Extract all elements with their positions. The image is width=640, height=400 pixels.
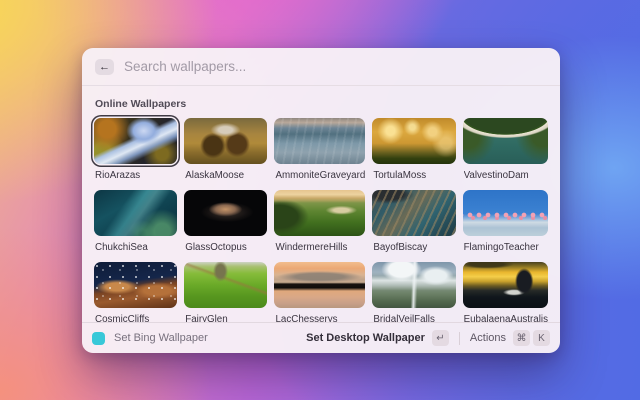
footer-right: Set Desktop Wallpaper ↵ Actions ⌘K bbox=[306, 330, 550, 346]
wallpaper-item-eubalaenaaustralis[interactable]: EubalaenaAustralis bbox=[463, 262, 548, 322]
wallpaper-name: WindermereHills bbox=[275, 242, 365, 253]
wallpaper-name: AmmoniteGraveyard bbox=[275, 170, 365, 181]
wallpaper-thumbnail-chukchisea[interactable] bbox=[94, 190, 177, 236]
wallpaper-item-fairyglen[interactable]: FairyGlen bbox=[184, 262, 267, 322]
wallpaper-thumbnail-fairyglen[interactable] bbox=[184, 262, 267, 308]
set-desktop-wallpaper-button[interactable]: Set Desktop Wallpaper bbox=[306, 332, 425, 344]
wallpaper-name: EubalaenaAustralis bbox=[464, 314, 548, 322]
wallpaper-item-valvestinodam[interactable]: ValvestinoDam bbox=[463, 118, 548, 181]
actions-shortcut: ⌘K bbox=[513, 330, 550, 346]
wallpaper-name: GlassOctopus bbox=[185, 242, 267, 253]
wallpaper-thumbnail-bridalveilfalls[interactable] bbox=[372, 262, 455, 308]
back-button[interactable]: ← bbox=[95, 59, 114, 75]
wallpaper-thumbnail-flamingoteacher[interactable] bbox=[463, 190, 548, 236]
footer-divider bbox=[459, 332, 460, 345]
section-title: Online Wallpapers bbox=[95, 98, 548, 110]
actions-button[interactable]: Actions bbox=[470, 332, 506, 344]
wallpaper-item-flamingoteacher[interactable]: FlamingoTeacher bbox=[463, 190, 548, 253]
k-key-icon: K bbox=[533, 330, 550, 346]
wallpaper-thumbnail-lacchesserys[interactable] bbox=[274, 262, 365, 308]
wallpaper-name: LacChesserys bbox=[275, 314, 365, 322]
wallpaper-thumbnail-valvestinodam[interactable] bbox=[463, 118, 548, 164]
wallpaper-item-cosmiccliffs[interactable]: CosmicCliffs bbox=[94, 262, 177, 322]
wallpaper-thumbnail-ammonitegraveyard[interactable] bbox=[274, 118, 365, 164]
results-area: Online Wallpapers RioArazas AlaskaMoose Am… bbox=[82, 86, 560, 322]
app-window: ← Online Wallpapers RioArazas AlaskaMoose… bbox=[82, 48, 560, 353]
wallpaper-item-rioarazas[interactable]: RioArazas bbox=[94, 118, 177, 181]
wallpaper-thumbnail-bayofbiscay[interactable] bbox=[372, 190, 455, 236]
wallpaper-name: BridalVeilFalls bbox=[373, 314, 455, 322]
wallpaper-item-glassoctopus[interactable]: GlassOctopus bbox=[184, 190, 267, 253]
wallpaper-grid: RioArazas AlaskaMoose AmmoniteGraveyard Tor… bbox=[94, 118, 548, 322]
wallpaper-item-tortulamoss[interactable]: TortulaMoss bbox=[372, 118, 455, 181]
wallpaper-item-ammonitegraveyard[interactable]: AmmoniteGraveyard bbox=[274, 118, 365, 181]
footer-left: Set Bing Wallpaper bbox=[92, 332, 306, 345]
back-arrow-icon: ← bbox=[99, 61, 110, 73]
wallpaper-item-chukchisea[interactable]: ChukchiSea bbox=[94, 190, 177, 253]
desktop-background: { "window": { "search": { "back_icon": "… bbox=[0, 0, 640, 400]
wallpaper-name: ValvestinoDam bbox=[464, 170, 548, 181]
wallpaper-item-lacchesserys[interactable]: LacChesserys bbox=[274, 262, 365, 322]
wallpaper-name: FlamingoTeacher bbox=[464, 242, 548, 253]
wallpaper-item-bridalveilfalls[interactable]: BridalVeilFalls bbox=[372, 262, 455, 322]
wallpaper-thumbnail-alaskamoose[interactable] bbox=[184, 118, 267, 164]
wallpaper-thumbnail-eubalaenaaustralis[interactable] bbox=[463, 262, 548, 308]
wallpaper-thumbnail-windermerehills[interactable] bbox=[274, 190, 365, 236]
wallpaper-name: ChukchiSea bbox=[95, 242, 177, 253]
wallpaper-item-bayofbiscay[interactable]: BayofBiscay bbox=[372, 190, 455, 253]
wallpaper-thumbnail-glassoctopus[interactable] bbox=[184, 190, 267, 236]
search-input[interactable] bbox=[124, 59, 547, 74]
wallpaper-item-windermerehills[interactable]: WindermereHills bbox=[274, 190, 365, 253]
wallpaper-thumbnail-tortulamoss[interactable] bbox=[372, 118, 455, 164]
wallpaper-name: BayofBiscay bbox=[373, 242, 455, 253]
wallpaper-name: CosmicCliffs bbox=[95, 314, 177, 322]
wallpaper-item-alaskamoose[interactable]: AlaskaMoose bbox=[184, 118, 267, 181]
wallpaper-thumbnail-rioarazas[interactable] bbox=[94, 118, 177, 164]
cmd-key-icon: ⌘ bbox=[513, 330, 530, 346]
app-label: Set Bing Wallpaper bbox=[114, 332, 208, 344]
wallpaper-name: FairyGlen bbox=[185, 314, 267, 322]
enter-key-icon: ↵ bbox=[432, 330, 449, 346]
bing-wallpaper-app-icon bbox=[92, 332, 105, 345]
search-bar: ← bbox=[82, 48, 560, 86]
wallpaper-name: TortulaMoss bbox=[373, 170, 455, 181]
wallpaper-thumbnail-cosmiccliffs[interactable] bbox=[94, 262, 177, 308]
wallpaper-name: RioArazas bbox=[95, 170, 177, 181]
wallpaper-name: AlaskaMoose bbox=[185, 170, 267, 181]
action-bar: Set Bing Wallpaper Set Desktop Wallpaper… bbox=[82, 322, 560, 353]
